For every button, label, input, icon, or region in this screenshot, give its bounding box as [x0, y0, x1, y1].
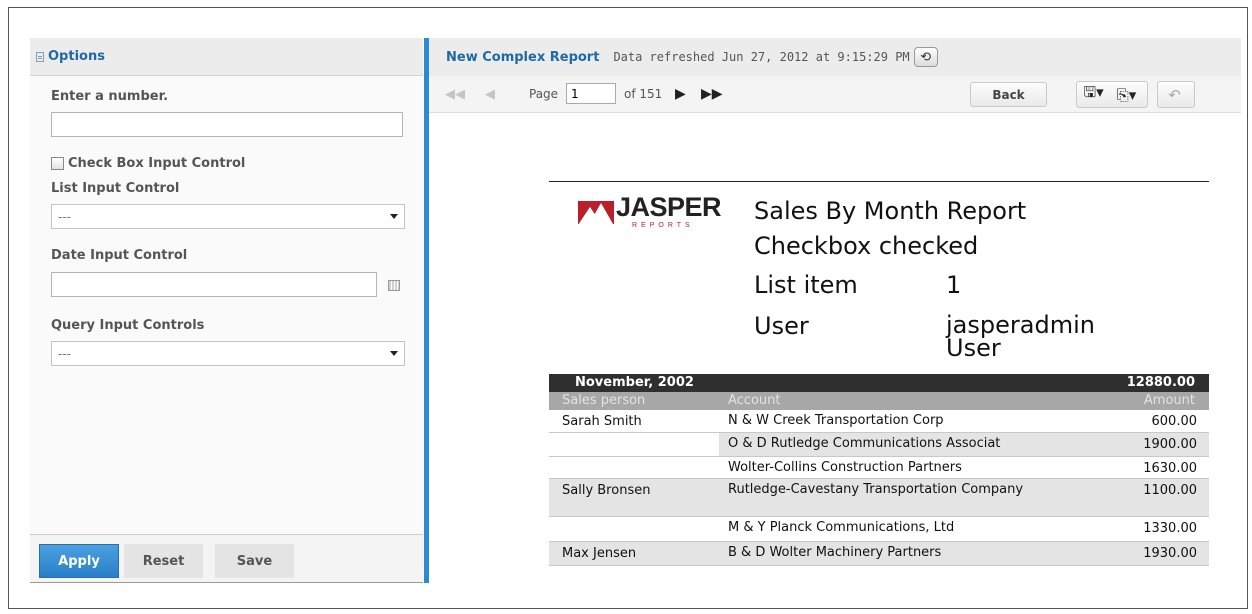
table-row: M & Y Planck Communications, Ltd 1330.00: [549, 517, 1209, 542]
list-select-value: ---: [58, 209, 71, 224]
footer-divider: [30, 582, 423, 583]
table-row: O & D Rutledge Communications Associat 1…: [549, 433, 1209, 457]
save-button[interactable]: Save: [215, 544, 294, 578]
checkbox-status: Checkbox checked: [754, 232, 979, 260]
refresh-status: Data refreshed Jun 27, 2012 at 9:15:29 P…: [613, 50, 910, 64]
refresh-icon[interactable]: ⟲: [913, 47, 938, 67]
export-icon[interactable]: ⎘▾: [1110, 82, 1143, 107]
reset-button[interactable]: Reset: [124, 544, 203, 578]
page-input[interactable]: [566, 83, 616, 104]
jasper-logo-mark: [578, 201, 614, 224]
table-row: Wolter-Collins Construction Partners 163…: [549, 457, 1209, 479]
last-page-icon[interactable]: ▶▶: [701, 86, 723, 102]
apply-button[interactable]: Apply: [39, 544, 119, 578]
table-row: Sally Bronsen Rutledge-Cavestany Transpo…: [549, 479, 1209, 517]
list-item-value: 1: [946, 271, 962, 299]
save-icon[interactable]: 🖫▾: [1077, 82, 1110, 107]
query-label: Query Input Controls: [51, 318, 205, 333]
account-cell: Rutledge-Cavestany Transportation Compan…: [728, 482, 1024, 497]
query-select-value: ---: [58, 346, 71, 361]
options-header: Options: [30, 38, 423, 76]
month-group-header: November, 2002 12880.00: [549, 374, 1209, 392]
number-input[interactable]: [51, 112, 403, 137]
sales-person-blank: [549, 433, 719, 456]
account-cell: M & Y Planck Communications, Ltd: [728, 520, 955, 535]
calendar-icon[interactable]: [388, 280, 400, 291]
col-amount: Amount: [1143, 393, 1195, 408]
report-viewer: New Complex Report Data refreshed Jun 27…: [429, 38, 1241, 583]
report-top-line: [549, 181, 1209, 182]
options-footer: Apply Reset Save: [30, 534, 423, 583]
user-label: User: [754, 312, 809, 340]
next-page-icon[interactable]: ▶: [675, 86, 686, 102]
viewer-header: New Complex Report Data refreshed Jun 27…: [429, 38, 1241, 76]
amount-cell: 1930.00: [1143, 546, 1197, 561]
jasper-logo-text: JASPER: [616, 192, 722, 222]
export-group: 🖫▾ ⎘▾: [1076, 81, 1148, 108]
viewer-toolbar: ◀◀ ◀ Page of 151 ▶ ▶▶ Back 🖫▾ ⎘▾ ↶: [429, 76, 1241, 113]
date-label: Date Input Control: [51, 248, 188, 263]
account-cell: O & D Rutledge Communications Associat: [728, 436, 1001, 451]
col-sales-person: Sales person: [562, 393, 646, 408]
amount-cell: 600.00: [1151, 414, 1198, 429]
sales-person-cell: Sarah Smith: [562, 414, 642, 429]
options-panel: Options Enter a number. Check Box Input …: [30, 38, 423, 583]
jasper-logo-sub: REPORTS: [632, 222, 694, 229]
back-button[interactable]: Back: [970, 82, 1047, 107]
undo-group: ↶: [1157, 81, 1195, 108]
checkbox-label: Check Box Input Control: [68, 156, 246, 171]
page-count: of 151: [624, 87, 663, 101]
report-rows: Sarah Smith N & W Creek Transportation C…: [549, 410, 1209, 566]
user-value: jasperadmin User: [946, 311, 1095, 362]
checkbox-control[interactable]: Check Box Input Control: [51, 156, 245, 171]
dropdown-arrow-icon: [390, 214, 398, 219]
list-item-label: List item: [754, 271, 858, 299]
query-select[interactable]: ---: [51, 341, 405, 366]
column-header-row: Sales person Account Amount: [549, 392, 1209, 410]
dropdown-arrow-icon: [390, 351, 398, 356]
amount-cell: 1630.00: [1143, 461, 1197, 476]
amount-cell: 1330.00: [1143, 521, 1197, 536]
list-label: List Input Control: [51, 181, 180, 196]
previous-page-icon[interactable]: ◀: [485, 87, 495, 102]
amount-cell: 1100.00: [1143, 483, 1197, 498]
first-page-icon[interactable]: ◀◀: [445, 87, 465, 102]
report-title: New Complex Report: [446, 49, 600, 65]
account-cell: B & D Wolter Machinery Partners: [728, 545, 942, 560]
options-panel-icon[interactable]: [36, 51, 44, 62]
number-label: Enter a number.: [51, 89, 169, 104]
page-label: Page: [529, 87, 559, 101]
account-cell: Wolter-Collins Construction Partners: [728, 460, 962, 475]
month-label: November, 2002: [575, 375, 694, 390]
col-account: Account: [728, 393, 781, 408]
jasper-logo: JASPER REPORTS: [578, 191, 722, 231]
checkbox[interactable]: [51, 157, 64, 170]
sales-person-cell: Sally Bronsen: [562, 483, 651, 498]
report-heading: Sales By Month Report: [754, 197, 1027, 225]
amount-cell: 1900.00: [1143, 437, 1197, 452]
table-row: Max Jensen B & D Wolter Machinery Partne…: [549, 542, 1209, 566]
table-row: Sarah Smith N & W Creek Transportation C…: [549, 410, 1209, 433]
date-input[interactable]: [51, 272, 377, 297]
list-select[interactable]: ---: [51, 204, 405, 229]
options-title: Options: [48, 49, 105, 64]
undo-icon[interactable]: ↶: [1158, 82, 1191, 107]
month-total: 12880.00: [1126, 375, 1195, 390]
sales-person-cell: Max Jensen: [562, 546, 637, 561]
account-cell: N & W Creek Transportation Corp: [728, 413, 944, 428]
